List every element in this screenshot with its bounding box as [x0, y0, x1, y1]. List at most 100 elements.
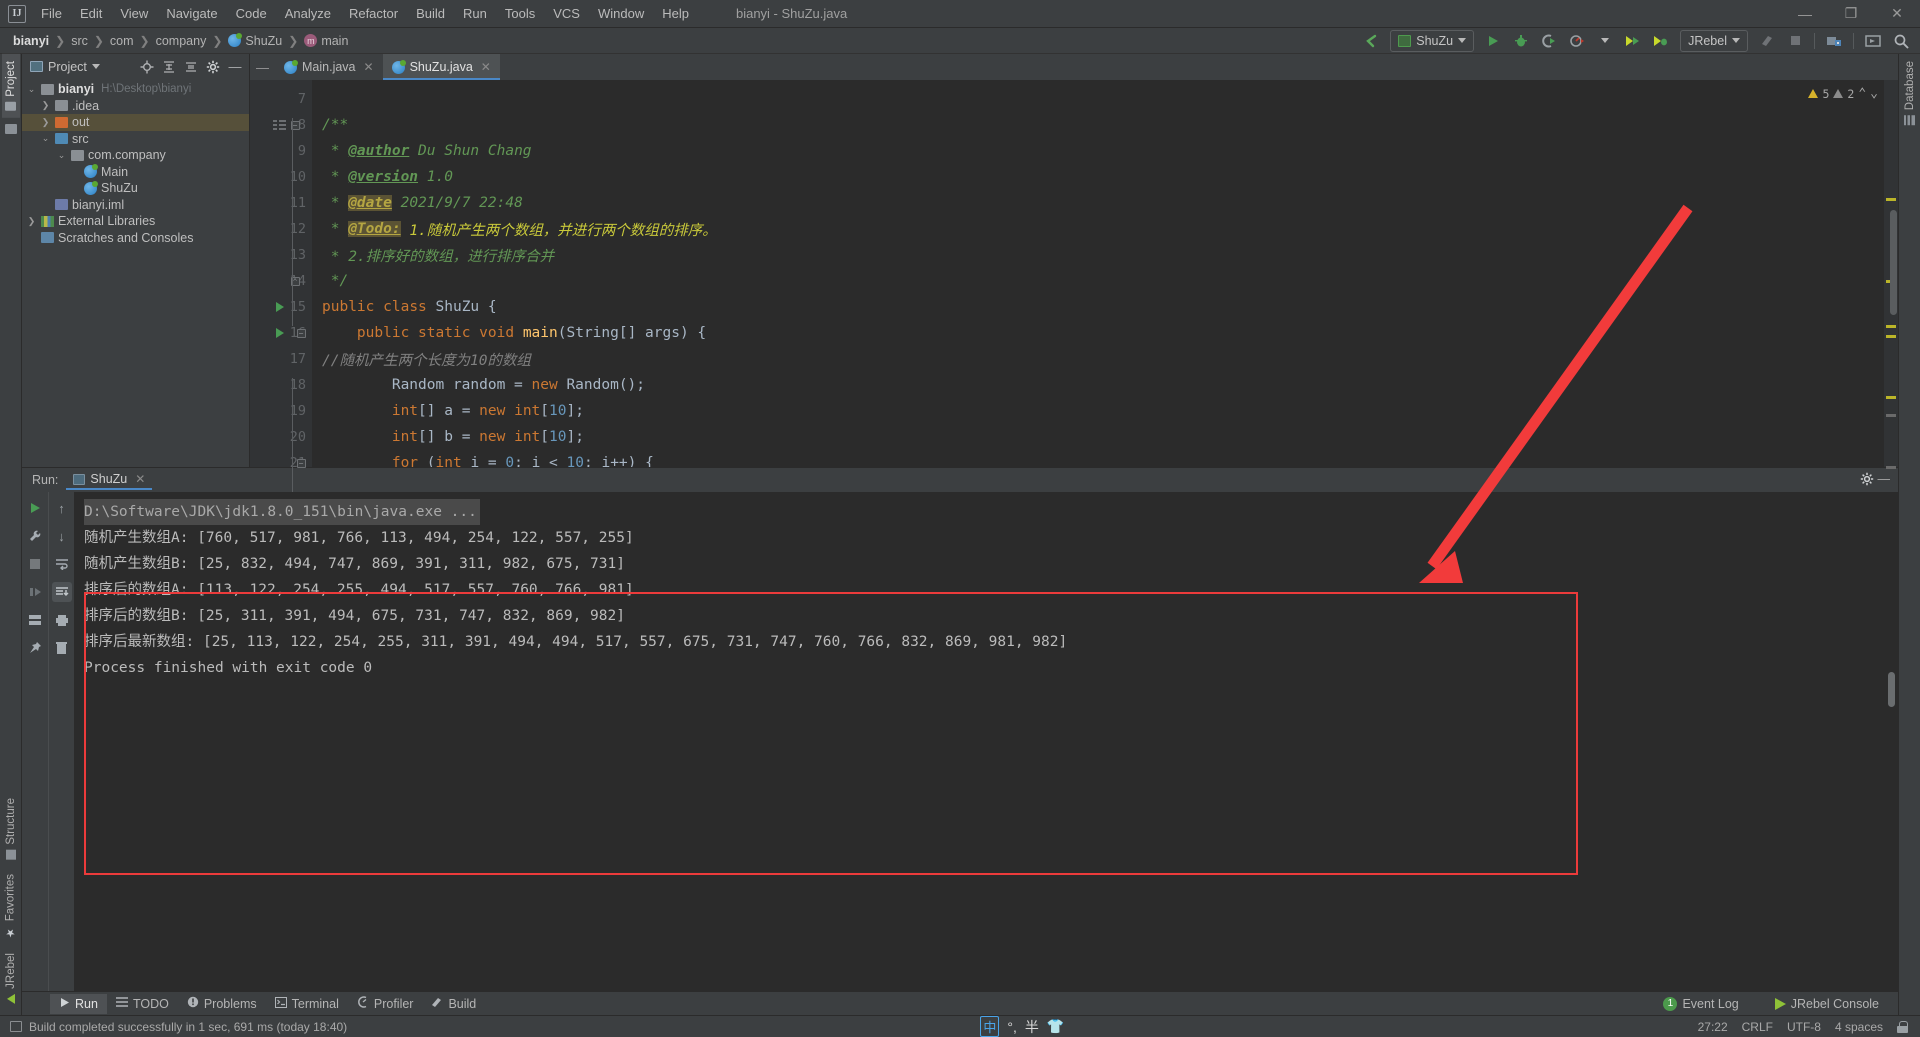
- ime-tray-icon[interactable]: 👕: [1047, 1018, 1064, 1035]
- bottom-tab-problems[interactable]: Problems: [178, 993, 266, 1014]
- bottom-tab-jrebel-console[interactable]: JRebel Console: [1766, 994, 1888, 1014]
- tree-item-shuzu[interactable]: ShuZu: [22, 180, 249, 197]
- soft-wrap-icon[interactable]: [52, 554, 72, 574]
- chevron-down-icon[interactable]: ⌄: [56, 150, 67, 161]
- chevron-right-icon[interactable]: ❯: [26, 216, 37, 227]
- line-separator[interactable]: CRLF: [1742, 1020, 1773, 1034]
- close-icon[interactable]: ✕: [1874, 0, 1920, 28]
- close-icon[interactable]: ✕: [364, 60, 374, 74]
- menu-item-navigate[interactable]: Navigate: [157, 2, 226, 25]
- settings-gear-icon[interactable]: [203, 57, 223, 77]
- wrench-settings-icon[interactable]: [25, 526, 45, 546]
- jrebel-selector[interactable]: JRebel: [1680, 29, 1748, 52]
- jrebel-debug-icon[interactable]: [1648, 30, 1674, 52]
- settings-gear-icon[interactable]: [1860, 472, 1874, 489]
- update-project-icon[interactable]: [1821, 30, 1847, 52]
- print-icon[interactable]: [52, 610, 72, 630]
- menu-item-file[interactable]: File: [32, 2, 71, 25]
- code-text[interactable]: /** * @author Du Shun Chang * @version 1…: [312, 80, 1884, 467]
- tabs-collapse-icon[interactable]: —: [250, 54, 275, 80]
- chevron-down-icon[interactable]: [1592, 30, 1618, 52]
- pin-icon[interactable]: [25, 638, 45, 658]
- breadcrumb-item-com[interactable]: com: [105, 32, 139, 50]
- menu-item-build[interactable]: Build: [407, 2, 454, 25]
- tree-item-external-libraries[interactable]: ❯ External Libraries: [22, 213, 249, 230]
- breadcrumb-item-shuzu[interactable]: ShuZu: [223, 32, 287, 50]
- breadcrumb-item-src[interactable]: src: [66, 32, 93, 50]
- sidebar-item-database[interactable]: Database: [1901, 54, 1919, 132]
- breadcrumb-item-company[interactable]: company: [151, 32, 212, 50]
- chevron-down-icon[interactable]: ⌄: [26, 84, 37, 95]
- tree-item-src[interactable]: ⌄ src: [22, 131, 249, 148]
- sidebar-item-structure[interactable]: Structure: [2, 791, 20, 867]
- tab-main-java[interactable]: Main.java ✕: [275, 54, 383, 80]
- trash-icon[interactable]: [52, 638, 72, 658]
- editor-scrollbar-thumb[interactable]: [1890, 210, 1897, 315]
- menu-item-edit[interactable]: Edit: [71, 2, 111, 25]
- error-stripe-gutter[interactable]: [1884, 80, 1898, 469]
- down-arrow-icon[interactable]: ↓: [52, 526, 72, 546]
- sidebar-item-favorites[interactable]: ★ Favorites: [1, 867, 20, 946]
- bottom-tab-terminal[interactable]: Terminal: [266, 994, 348, 1014]
- sidebar-item-project[interactable]: Project: [1, 54, 20, 118]
- caret-position[interactable]: 27:22: [1698, 1020, 1728, 1034]
- collapse-all-icon[interactable]: [181, 57, 201, 77]
- file-encoding[interactable]: UTF-8: [1787, 1020, 1821, 1034]
- tree-item-main[interactable]: Main: [22, 164, 249, 181]
- up-arrow-icon[interactable]: ↑: [52, 498, 72, 518]
- sidebar-item-jrebel[interactable]: JRebel: [2, 946, 20, 1011]
- bottom-tab-run[interactable]: Run: [50, 993, 107, 1014]
- menu-item-analyze[interactable]: Analyze: [276, 2, 340, 25]
- breadcrumb-item-main[interactable]: m main: [299, 32, 353, 50]
- menu-item-refactor[interactable]: Refactor: [340, 2, 407, 25]
- run-configuration-selector[interactable]: ShuZu: [1390, 29, 1475, 52]
- chevron-down-icon[interactable]: ⌄: [40, 133, 51, 144]
- run-gutter-icon[interactable]: [273, 302, 287, 312]
- ime-language-icon[interactable]: 中: [980, 1016, 1000, 1037]
- ime-width-icon[interactable]: 半: [1025, 1017, 1039, 1037]
- run-tab-shuzu[interactable]: ShuZu ✕: [66, 470, 153, 490]
- expand-all-icon[interactable]: [159, 57, 179, 77]
- tree-item-bianyi-iml[interactable]: bianyi.iml: [22, 197, 249, 214]
- menu-item-view[interactable]: View: [111, 2, 157, 25]
- bottom-tab-build[interactable]: Build: [422, 993, 485, 1014]
- stop-icon[interactable]: [1782, 30, 1808, 52]
- profiler-icon[interactable]: [1564, 30, 1590, 52]
- fold-start-icon[interactable]: −: [288, 120, 302, 130]
- console-output-panel[interactable]: D:\Software\JDK\jdk1.8.0_151\bin\java.ex…: [74, 492, 1898, 991]
- layout-icon[interactable]: [1860, 30, 1886, 52]
- debug-icon[interactable]: [1508, 30, 1534, 52]
- scroll-to-end-icon[interactable]: [51, 582, 72, 602]
- fold-start-icon[interactable]: −: [294, 328, 308, 338]
- resume-icon[interactable]: [25, 582, 45, 602]
- rerun-icon[interactable]: [25, 498, 45, 518]
- fold-end-icon[interactable]: ⌃: [288, 276, 302, 286]
- menu-item-vcs[interactable]: VCS: [544, 2, 589, 25]
- maximize-icon[interactable]: ❐: [1828, 0, 1874, 28]
- chevron-up-icon[interactable]: ⌃: [1858, 86, 1866, 101]
- console-text[interactable]: D:\Software\JDK\jdk1.8.0_151\bin\java.ex…: [74, 492, 1898, 991]
- close-icon[interactable]: ✕: [135, 472, 145, 486]
- tree-item-bianyi[interactable]: ⌄ bianyi H:\Desktop\bianyi: [22, 81, 249, 98]
- project-folder-icon-secondary[interactable]: [4, 123, 17, 134]
- bottom-tab-todo[interactable]: TODO: [107, 994, 178, 1014]
- console-scrollbar-thumb[interactable]: [1888, 672, 1895, 707]
- menu-item-code[interactable]: Code: [227, 2, 276, 25]
- dump-threads-icon[interactable]: [25, 610, 45, 630]
- tree-item-scratches[interactable]: Scratches and Consoles: [22, 230, 249, 247]
- menu-item-tools[interactable]: Tools: [496, 2, 544, 25]
- hide-icon[interactable]: —: [225, 57, 245, 77]
- jrebel-run-icon[interactable]: [1620, 30, 1646, 52]
- read-only-lock-icon[interactable]: [1897, 1020, 1908, 1033]
- tree-item-out[interactable]: ❯ out: [22, 114, 249, 131]
- bottom-tab-profiler[interactable]: Profiler: [348, 993, 423, 1014]
- chevron-down-icon[interactable]: [91, 64, 100, 69]
- hide-icon[interactable]: —: [1878, 472, 1891, 489]
- menu-item-window[interactable]: Window: [589, 2, 653, 25]
- build-hammer-icon[interactable]: [1754, 30, 1780, 52]
- menu-item-run[interactable]: Run: [454, 2, 496, 25]
- minimize-icon[interactable]: —: [1782, 0, 1828, 28]
- indent-setting[interactable]: 4 spaces: [1835, 1020, 1883, 1034]
- ime-punctuation-icon[interactable]: °,: [1007, 1019, 1017, 1035]
- fold-start-icon[interactable]: −: [294, 458, 308, 468]
